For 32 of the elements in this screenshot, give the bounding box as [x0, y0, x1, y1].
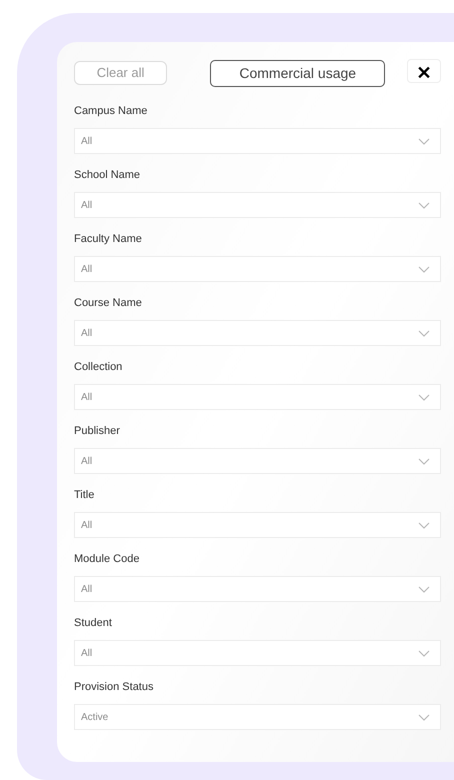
dropdown-field[interactable]: All	[74, 128, 441, 154]
dropdown-field[interactable]: All	[74, 448, 441, 474]
filter-label: Publisher	[74, 424, 121, 439]
filter-label: Collection	[74, 360, 124, 375]
chevron-down-icon	[418, 394, 430, 400]
filter-label: Student	[74, 616, 113, 631]
dropdown-field[interactable]: All	[74, 320, 441, 346]
chevron-down-icon	[418, 138, 430, 144]
chevron-down-icon	[418, 522, 430, 528]
dropdown-field[interactable]: All	[74, 192, 441, 218]
filter-label: Course Name	[74, 296, 143, 311]
filter-label: Campus Name	[74, 104, 148, 119]
dropdown-field[interactable]: Active	[74, 704, 441, 730]
dropdown-field[interactable]: All	[74, 576, 441, 602]
dropdown-field[interactable]: All	[74, 512, 441, 538]
close-button[interactable]: ✕	[407, 58, 441, 82]
dropdown-field[interactable]: All	[74, 384, 441, 410]
dropdown-field[interactable]: All	[74, 640, 441, 666]
chevron-down-icon	[418, 458, 430, 464]
commercial-usage-button[interactable]: Commercial usage	[210, 60, 386, 86]
filter-label: Provision Status	[74, 680, 154, 695]
chevron-down-icon	[418, 202, 430, 208]
chevron-down-icon	[418, 266, 430, 272]
chevron-down-icon	[418, 586, 430, 592]
filter-label: Module Code	[74, 552, 140, 567]
chevron-down-icon	[418, 714, 430, 720]
filter-label: Title	[74, 488, 96, 503]
chevron-down-icon	[418, 650, 430, 656]
filter-label: School Name	[74, 168, 142, 183]
filter-label: Faculty Name	[74, 232, 143, 247]
dropdown-field[interactable]: All	[74, 256, 441, 282]
chevron-down-icon	[418, 330, 430, 336]
